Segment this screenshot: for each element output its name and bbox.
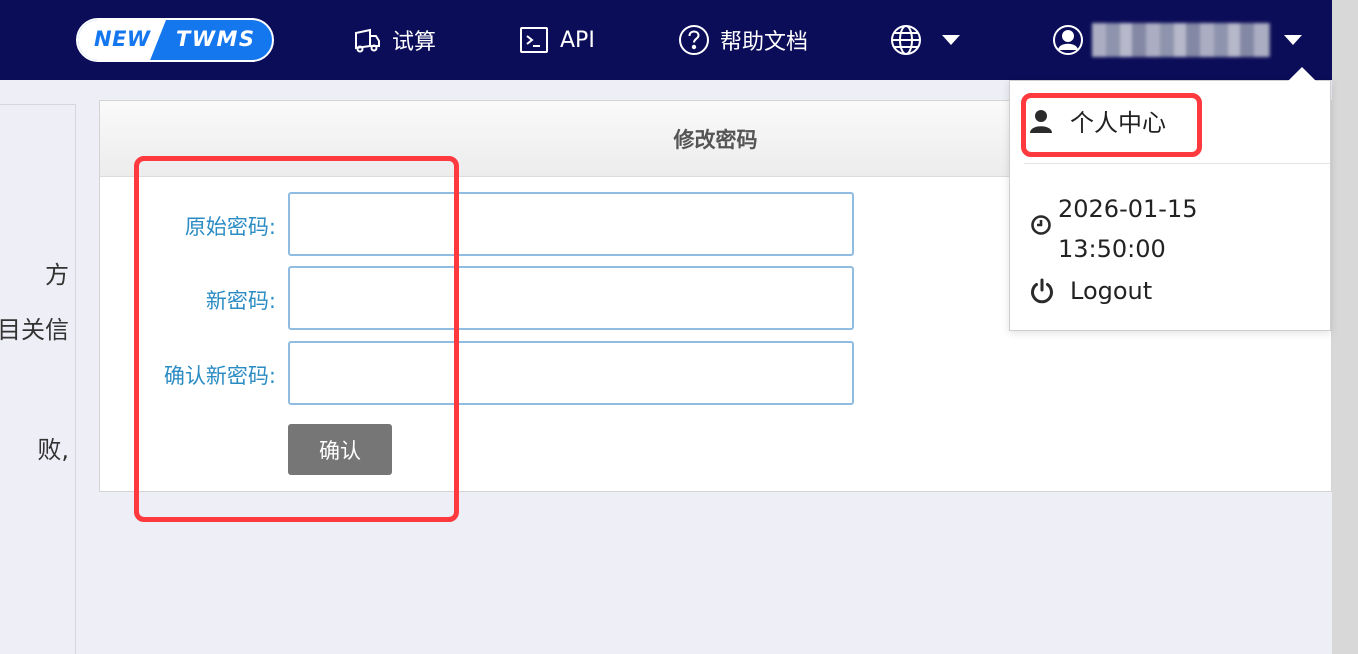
menu-item-personal-center[interactable]: 个人中心 bbox=[1030, 103, 1166, 138]
left-text-fragment: 目关信 bbox=[0, 316, 69, 344]
left-info-panel: 方 目关信 败, bbox=[0, 104, 76, 654]
nav-label-trial-calculation: 试算 bbox=[392, 30, 437, 55]
menu-label-personal-center: 个人中心 bbox=[1070, 109, 1166, 137]
terminal-icon bbox=[518, 24, 550, 56]
current-date: 2026-01-15 bbox=[1058, 195, 1198, 223]
nav-item-trial-calculation[interactable]: 试算 bbox=[350, 22, 436, 58]
app-logo[interactable]: NEW TWMS bbox=[76, 18, 274, 62]
menu-label-logout: Logout bbox=[1070, 277, 1153, 305]
window-edge bbox=[1332, 0, 1358, 654]
current-time: 13:50:00 bbox=[1058, 235, 1166, 263]
dropdown-divider bbox=[1024, 163, 1330, 164]
help-circle-icon bbox=[678, 24, 710, 56]
user-circle-icon bbox=[1052, 24, 1084, 56]
logo-new-segment: NEW bbox=[78, 20, 166, 60]
logo-twms-text: TWMS bbox=[176, 27, 256, 51]
chevron-down-icon bbox=[942, 35, 960, 45]
nav-label-api: API bbox=[560, 27, 595, 53]
user-icon bbox=[1030, 109, 1052, 133]
user-dropdown-menu: 个人中心 2026-01-15 13:50:00 Logout bbox=[1009, 67, 1331, 331]
confirm-button[interactable]: 确认 bbox=[288, 424, 392, 475]
menu-item-logout[interactable]: Logout bbox=[1030, 277, 1152, 305]
current-datetime: 2026-01-15 13:50:00 bbox=[1058, 189, 1197, 269]
new-password-input[interactable] bbox=[288, 266, 854, 330]
globe-icon bbox=[890, 24, 922, 56]
power-icon bbox=[1030, 278, 1054, 304]
top-nav-bar: NEW TWMS 试算 API 帮助文档 bbox=[0, 0, 1332, 80]
language-selector[interactable] bbox=[890, 22, 960, 58]
nav-item-help-docs[interactable]: 帮助文档 bbox=[678, 22, 808, 58]
chevron-down-icon bbox=[1284, 35, 1302, 45]
dropdown-arrow bbox=[1288, 67, 1316, 81]
confirm-password-label: 确认新密码: bbox=[163, 364, 276, 388]
confirm-password-input[interactable] bbox=[288, 341, 854, 405]
left-text-fragment: 败, bbox=[37, 436, 69, 464]
left-text-fragment: 方 bbox=[45, 261, 69, 289]
new-password-label: 新密码: bbox=[205, 289, 276, 313]
nav-label-help-docs: 帮助文档 bbox=[720, 30, 809, 55]
clock-icon bbox=[1030, 214, 1052, 236]
username-redacted bbox=[1092, 23, 1270, 57]
original-password-input[interactable] bbox=[288, 192, 854, 256]
logo-new-text: NEW bbox=[94, 27, 151, 51]
original-password-label: 原始密码: bbox=[184, 215, 276, 239]
nav-item-api[interactable]: API bbox=[518, 22, 595, 58]
truck-icon bbox=[350, 24, 382, 56]
user-menu-toggle[interactable] bbox=[1052, 22, 1302, 58]
